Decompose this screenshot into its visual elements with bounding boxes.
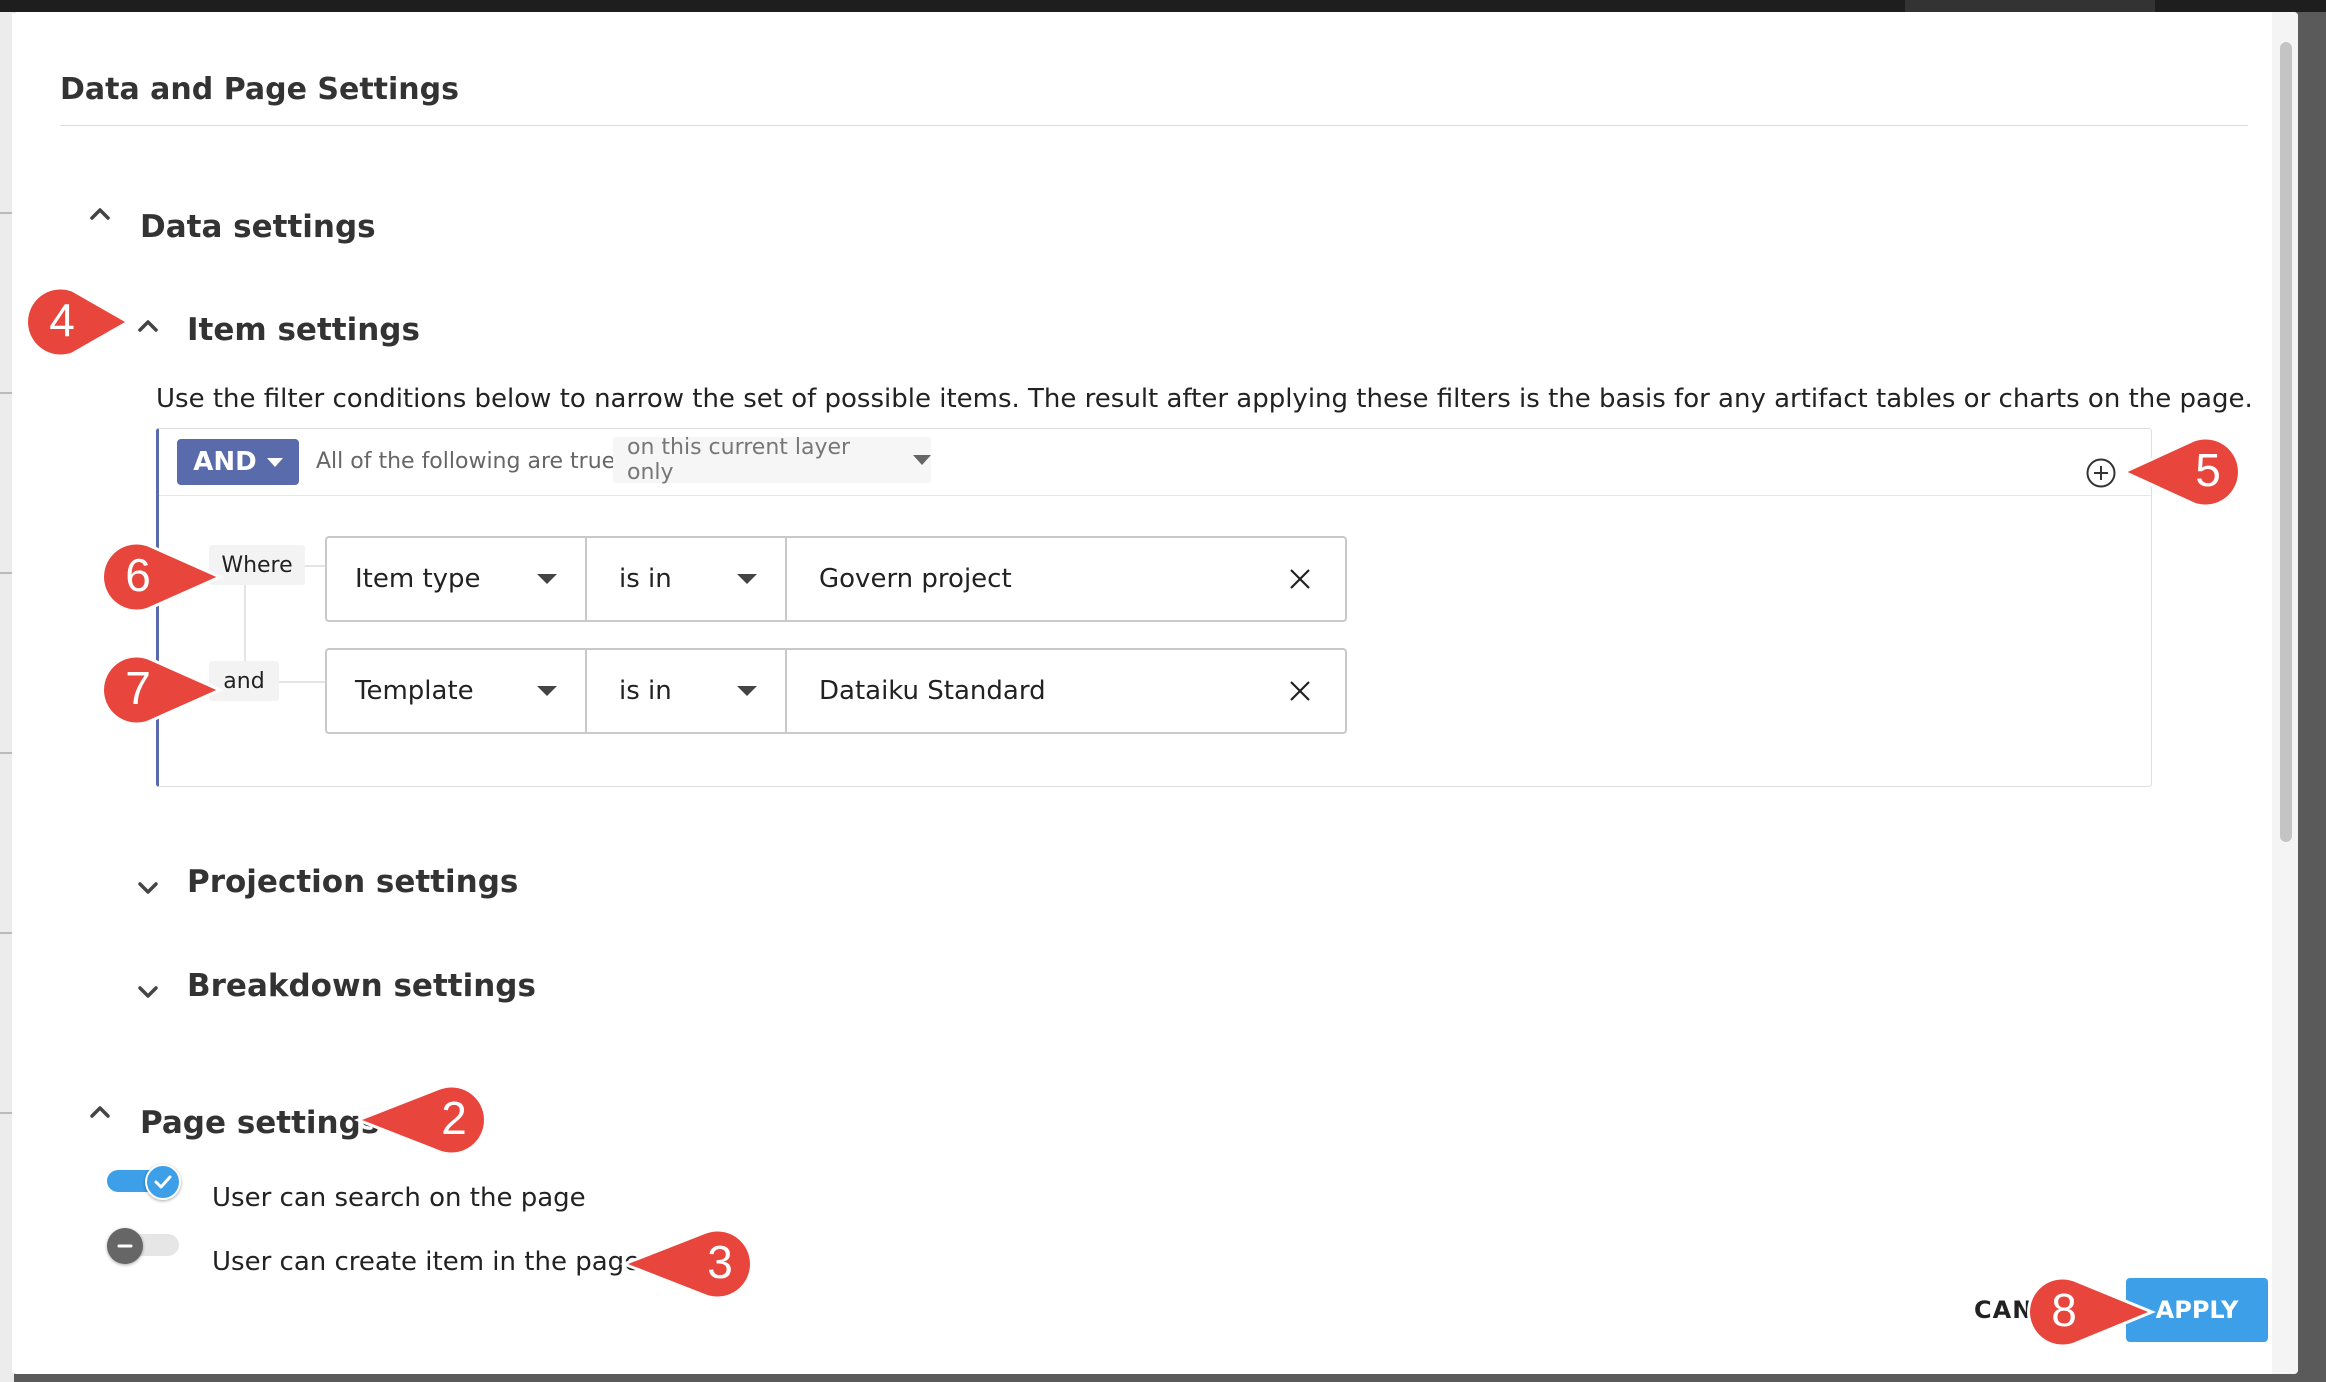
annotation-marker: 3 xyxy=(619,1224,770,1308)
layer-scope-dropdown[interactable]: on this current layer only xyxy=(613,435,931,485)
condition-operator-dropdown[interactable]: is in xyxy=(587,538,787,620)
annotation-number: 7 xyxy=(125,662,151,714)
create-item-toggle[interactable] xyxy=(107,1228,179,1264)
tree-connector xyxy=(279,681,325,683)
close-icon[interactable] xyxy=(1287,678,1313,704)
condition-value-label: Govern project xyxy=(819,564,1012,594)
chevron-up-icon[interactable] xyxy=(82,196,118,232)
condition-operator-label: is in xyxy=(619,564,672,594)
title-divider xyxy=(60,125,2248,126)
condition-operator-dropdown[interactable]: is in xyxy=(587,650,787,732)
projection-settings-header[interactable]: Projection settings xyxy=(187,864,518,900)
condition-field-label: Template xyxy=(355,676,474,706)
tree-connector xyxy=(305,565,325,567)
annotation-number: 4 xyxy=(49,294,75,346)
page-settings-header[interactable]: Page settings xyxy=(140,1105,379,1141)
layer-scope-label: on this current layer only xyxy=(627,435,851,485)
caret-down-icon xyxy=(537,574,557,584)
top-bar xyxy=(0,0,2326,12)
annotation-number: 3 xyxy=(707,1236,733,1288)
caret-down-icon xyxy=(913,455,931,465)
close-icon[interactable] xyxy=(1287,566,1313,592)
caret-down-icon xyxy=(737,574,757,584)
scrollbar-track[interactable] xyxy=(2272,12,2298,1374)
caret-down-icon xyxy=(737,686,757,696)
caret-down-icon xyxy=(537,686,557,696)
filter-header-divider xyxy=(159,495,2151,496)
operator-description: All of the following are true xyxy=(316,449,616,474)
scrollbar-thumb[interactable] xyxy=(2280,42,2292,842)
toggle-label: User can create item in the page xyxy=(212,1247,641,1277)
caret-down-icon xyxy=(266,457,283,467)
condition-value-field[interactable]: Dataiku Standard xyxy=(787,650,1345,732)
chevron-down-icon[interactable] xyxy=(130,974,166,1010)
chevron-up-icon[interactable] xyxy=(130,308,166,344)
add-condition-icon[interactable] xyxy=(2085,457,2117,489)
annotation-marker: 7 xyxy=(84,650,234,734)
annotation-marker: 2 xyxy=(353,1080,504,1164)
annotation-marker: 6 xyxy=(84,537,234,621)
filter-group: AND All of the following are true on thi… xyxy=(156,428,2152,787)
logic-operator-label: AND xyxy=(193,447,257,477)
annotation-marker: 5 xyxy=(2120,432,2252,516)
toggle-label: User can search on the page xyxy=(212,1183,586,1213)
condition-value-label: Dataiku Standard xyxy=(819,676,1046,706)
checkmark-icon xyxy=(145,1164,181,1200)
annotation-marker: 4 xyxy=(20,282,132,366)
top-bar-accent xyxy=(1905,0,2155,12)
chevron-down-icon[interactable] xyxy=(130,870,166,906)
data-settings-header[interactable]: Data settings xyxy=(140,209,376,245)
condition-field-dropdown[interactable]: Item type xyxy=(327,538,587,620)
breakdown-settings-header[interactable]: Breakdown settings xyxy=(187,968,536,1004)
search-toggle[interactable] xyxy=(107,1164,181,1200)
condition-operator-label: is in xyxy=(619,676,672,706)
condition-field-label: Item type xyxy=(355,564,481,594)
annotation-number: 2 xyxy=(441,1092,467,1144)
filter-condition-row: Item type is in Govern project xyxy=(325,536,1347,622)
logic-operator-dropdown[interactable]: AND xyxy=(177,439,299,485)
chevron-up-icon[interactable] xyxy=(82,1094,118,1130)
item-settings-header[interactable]: Item settings xyxy=(187,312,420,348)
annotation-number: 8 xyxy=(2051,1284,2077,1336)
settings-modal: Data and Page Settings Data settings Ite… xyxy=(12,12,2298,1374)
annotation-number: 6 xyxy=(125,549,151,601)
modal-title: Data and Page Settings xyxy=(60,72,459,107)
condition-value-field[interactable]: Govern project xyxy=(787,538,1345,620)
filter-condition-row: Template is in Dataiku Standard xyxy=(325,648,1347,734)
condition-field-dropdown[interactable]: Template xyxy=(327,650,587,732)
annotation-marker: 8 xyxy=(2012,1272,2162,1356)
annotation-number: 5 xyxy=(2195,444,2221,496)
item-settings-description: Use the filter conditions below to narro… xyxy=(156,384,2253,414)
minus-icon xyxy=(107,1228,143,1264)
